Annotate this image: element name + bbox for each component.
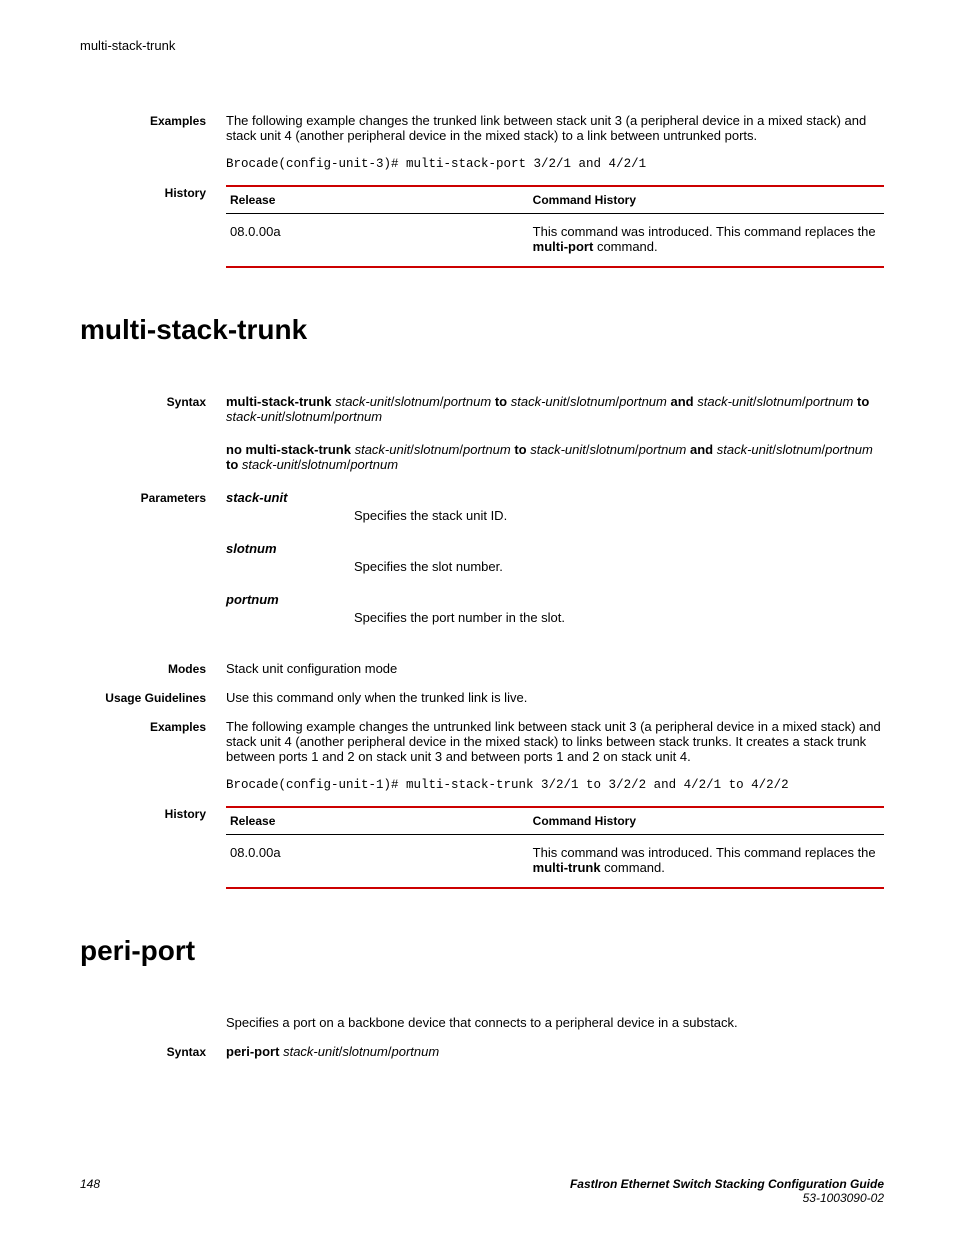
history-label: History [80, 806, 226, 889]
param-desc: Specifies the port number in the slot. [354, 592, 884, 625]
syntax-section-no: no multi-stack-trunk stack-unit/slotnum/… [80, 442, 884, 472]
syntax-line-2: no multi-stack-trunk stack-unit/slotnum/… [226, 442, 884, 472]
history-col-cmdhist: Command History [529, 186, 884, 214]
history-release-val: 08.0.00a [226, 835, 529, 889]
syntax-line-periport: peri-port stack-unit/slotnum/portnum [226, 1044, 884, 1059]
page-footer: 148 FastIron Ethernet Switch Stacking Co… [80, 1177, 884, 1205]
history-table-top: Release Command History 08.0.00a This co… [226, 185, 884, 268]
syntax-line-1: multi-stack-trunk stack-unit/slotnum/por… [226, 394, 884, 424]
param-desc: Specifies the slot number. [354, 541, 884, 574]
history-col-cmdhist: Command History [529, 807, 884, 835]
examples-section-top: Examples The following example changes t… [80, 113, 884, 143]
history-col-release: Release [226, 186, 529, 214]
param-name: portnum [226, 592, 354, 625]
document-page: multi-stack-trunk Examples The following… [0, 0, 954, 1235]
section-title-multi-stack-trunk: multi-stack-trunk [80, 314, 884, 346]
syntax-section-periport: Syntax peri-port stack-unit/slotnum/port… [80, 1044, 884, 1059]
page-number: 148 [80, 1177, 100, 1205]
param-name: stack-unit [226, 490, 354, 523]
history-table-mst: Release Command History 08.0.00a This co… [226, 806, 884, 889]
history-label: History [80, 185, 226, 268]
history-cmdhist-val: This command was introduced. This comman… [529, 214, 884, 268]
usage-text: Use this command only when the trunked l… [226, 690, 884, 705]
doc-number: 53-1003090-02 [570, 1191, 884, 1205]
param-name: slotnum [226, 541, 354, 574]
syntax-label: Syntax [80, 394, 226, 424]
doc-title: FastIron Ethernet Switch Stacking Config… [570, 1177, 884, 1191]
syntax-label: Syntax [80, 1044, 226, 1059]
param-row: slotnum Specifies the slot number. [226, 541, 884, 574]
modes-label: Modes [80, 661, 226, 676]
modes-section: Modes Stack unit configuration mode [80, 661, 884, 676]
examples-code-row: Brocade(config-unit-3)# multi-stack-port… [80, 157, 884, 171]
param-row: stack-unit Specifies the stack unit ID. [226, 490, 884, 523]
examples-label: Examples [80, 719, 226, 764]
param-row: portnum Specifies the port number in the… [226, 592, 884, 625]
usage-label: Usage Guidelines [80, 690, 226, 705]
examples-code: Brocade(config-unit-1)# multi-stack-trun… [226, 778, 884, 792]
section-title-peri-port: peri-port [80, 935, 884, 967]
history-section-top: History Release Command History 08.0.00a… [80, 185, 884, 268]
history-section-mst: History Release Command History 08.0.00a… [80, 806, 884, 889]
history-col-release: Release [226, 807, 529, 835]
examples-text: The following example changes the trunke… [226, 113, 884, 143]
param-desc: Specifies the stack unit ID. [354, 490, 884, 523]
syntax-section: Syntax multi-stack-trunk stack-unit/slot… [80, 394, 884, 424]
examples-code: Brocade(config-unit-3)# multi-stack-port… [226, 157, 884, 171]
examples-code-row-mst: Brocade(config-unit-1)# multi-stack-trun… [80, 778, 884, 792]
parameters-label: Parameters [80, 490, 226, 643]
examples-text: The following example changes the untrun… [226, 719, 884, 764]
usage-section: Usage Guidelines Use this command only w… [80, 690, 884, 705]
examples-label: Examples [80, 113, 226, 143]
parameters-section: Parameters stack-unit Specifies the stac… [80, 490, 884, 643]
history-release-val: 08.0.00a [226, 214, 529, 268]
modes-text: Stack unit configuration mode [226, 661, 884, 676]
periport-intro: Specifies a port on a backbone device th… [226, 1015, 884, 1030]
running-head: multi-stack-trunk [80, 38, 884, 53]
examples-section-mst: Examples The following example changes t… [80, 719, 884, 764]
history-cmdhist-val: This command was introduced. This comman… [529, 835, 884, 889]
